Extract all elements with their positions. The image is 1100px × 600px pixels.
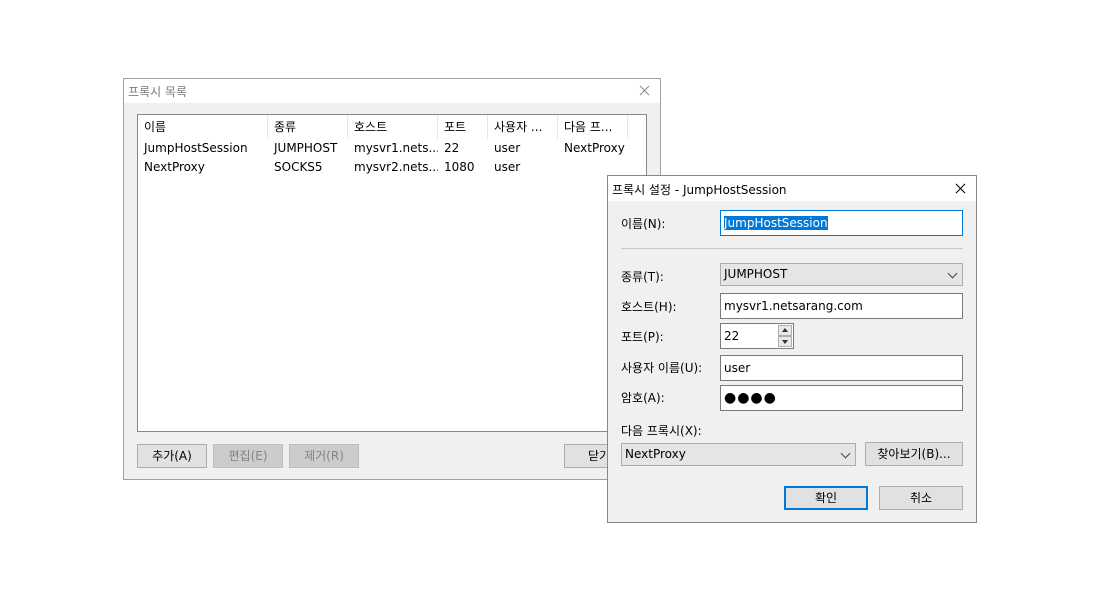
cell-type: JUMPHOST: [274, 141, 338, 155]
type-value: JUMPHOST: [724, 267, 788, 281]
divider: [621, 248, 963, 249]
cancel-button[interactable]: 취소: [879, 486, 963, 510]
username-field[interactable]: user: [720, 355, 963, 381]
dialog-close-icon[interactable]: [950, 179, 972, 199]
name-field[interactable]: JumpHostSession: [720, 210, 963, 236]
add-button[interactable]: 추가(A): [137, 444, 207, 468]
cell-host: mysvr1.nets...: [354, 141, 438, 155]
proxy-list-close-icon[interactable]: [634, 81, 656, 101]
next-proxy-select[interactable]: NextProxy: [621, 443, 856, 466]
column-header-user[interactable]: 사용자 ...: [488, 115, 558, 139]
port-stepper[interactable]: 22: [720, 323, 794, 349]
cell-port: 1080: [444, 160, 475, 174]
port-value: 22: [724, 329, 740, 343]
cell-host: mysvr2.nets...: [354, 160, 438, 174]
column-header-next-proxy[interactable]: 다음 프...: [558, 115, 628, 139]
proxy-settings-dialog: 프록시 설정 - JumpHostSession 이름(N): JumpHost…: [607, 175, 977, 523]
column-header-type[interactable]: 종류: [268, 115, 348, 139]
password-label: 암호(A):: [621, 391, 665, 405]
type-label: 종류(T):: [621, 270, 664, 284]
host-label: 호스트(H):: [621, 300, 677, 314]
cell-name: NextProxy: [144, 160, 205, 174]
host-field[interactable]: mysvr1.netsarang.com: [720, 293, 963, 319]
cell-next-proxy: NextProxy: [564, 141, 625, 155]
proxy-list-title: 프록시 목록: [128, 85, 188, 99]
spin-up-icon[interactable]: [778, 325, 792, 336]
chevron-down-icon: [840, 448, 851, 459]
password-field[interactable]: ●●●●: [720, 385, 963, 411]
name-label: 이름(N):: [621, 217, 666, 231]
proxy-list-window: 프록시 목록 이름 종류 호스트 포트 사용자 ... 다음 프... Jump…: [123, 78, 661, 480]
proxy-settings-titlebar: 프록시 설정 - JumpHostSession: [608, 176, 976, 201]
spin-down-icon[interactable]: [778, 336, 792, 347]
cell-name: JumpHostSession: [144, 141, 248, 155]
next-proxy-label: 다음 프록시(X):: [621, 424, 702, 438]
cell-user: user: [494, 141, 521, 155]
port-label: 포트(P):: [621, 330, 664, 344]
type-select[interactable]: JUMPHOST: [720, 263, 963, 286]
edit-button[interactable]: 편집(E): [213, 444, 283, 468]
column-header-name[interactable]: 이름: [138, 115, 268, 139]
remove-button[interactable]: 제거(R): [289, 444, 359, 468]
proxy-list-titlebar: 프록시 목록: [124, 79, 660, 103]
name-value: JumpHostSession: [724, 216, 828, 230]
chevron-down-icon: [947, 268, 958, 279]
proxy-list-view[interactable]: 이름 종류 호스트 포트 사용자 ... 다음 프... JumpHostSes…: [137, 114, 647, 432]
next-proxy-value: NextProxy: [625, 447, 686, 461]
list-header: 이름 종류 호스트 포트 사용자 ... 다음 프...: [138, 115, 646, 139]
table-row[interactable]: JumpHostSession JUMPHOST mysvr1.nets... …: [138, 139, 646, 158]
column-header-host[interactable]: 호스트: [348, 115, 438, 139]
column-header-port[interactable]: 포트: [438, 115, 488, 139]
cell-type: SOCKS5: [274, 160, 323, 174]
cell-port: 22: [444, 141, 460, 155]
cell-user: user: [494, 160, 521, 174]
ok-button[interactable]: 확인: [784, 486, 868, 510]
browse-button[interactable]: 찾아보기(B)...: [865, 442, 963, 466]
table-row[interactable]: NextProxy SOCKS5 mysvr2.nets... 1080 use…: [138, 158, 646, 177]
username-label: 사용자 이름(U):: [621, 361, 703, 375]
proxy-settings-title: 프록시 설정 - JumpHostSession: [612, 183, 787, 197]
